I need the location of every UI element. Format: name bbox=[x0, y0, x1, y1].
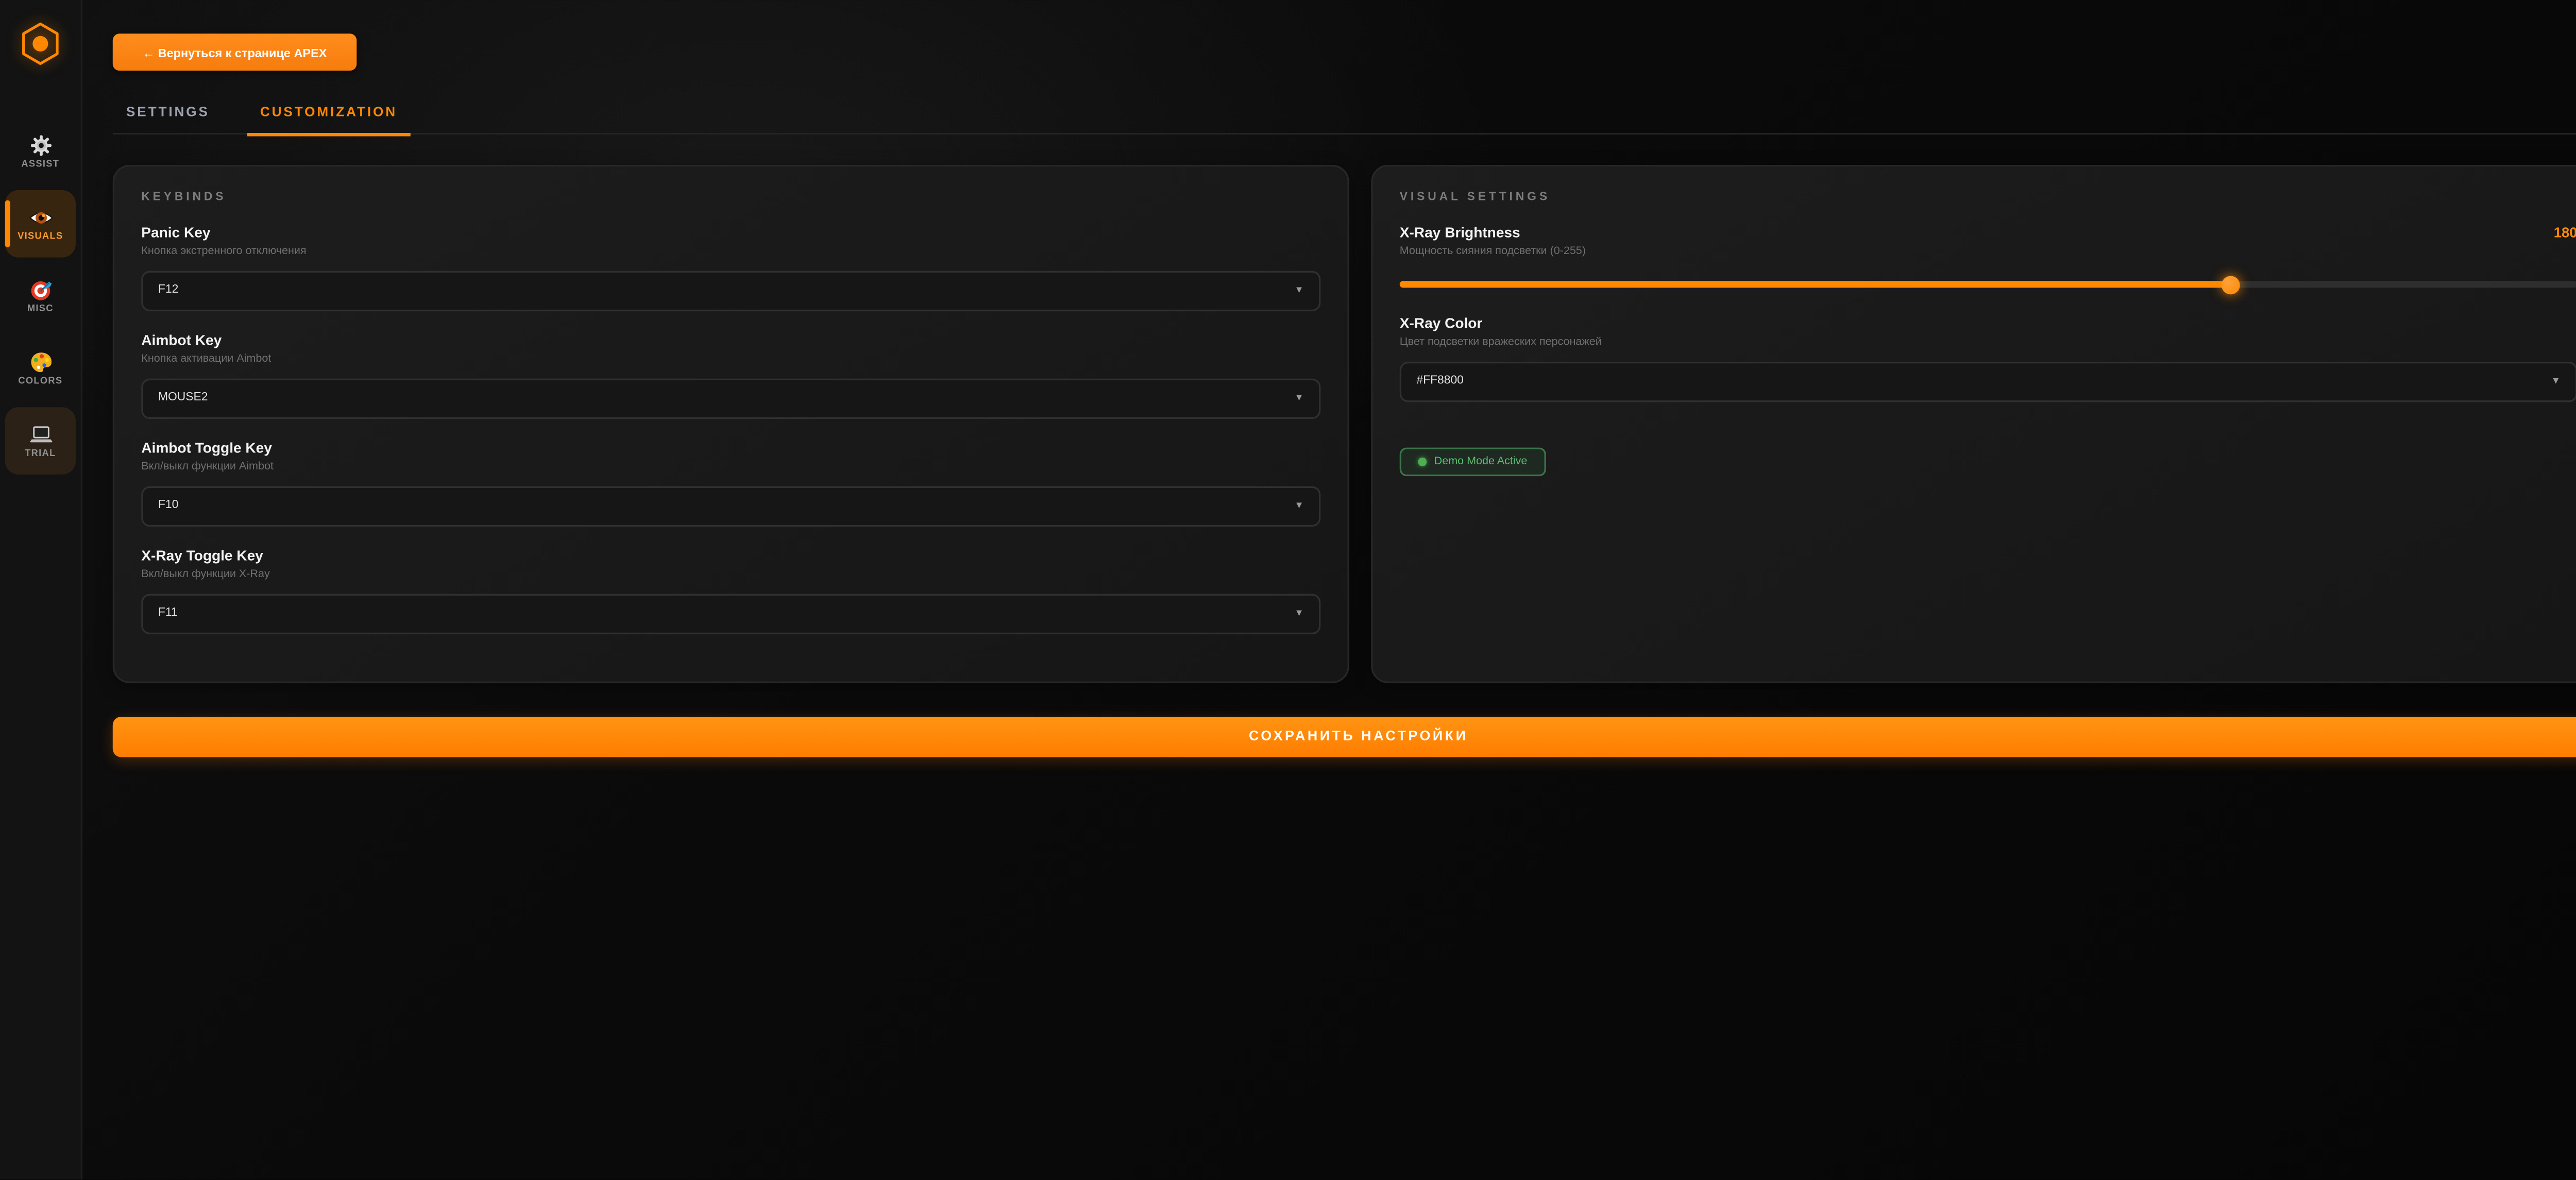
xray-brightness-field: X-Ray Brightness 180 Мощность сияния под… bbox=[1400, 224, 2576, 294]
sidebar: ASSIST VISUALS MISC bbox=[0, 0, 82, 1180]
field-label: Aimbot Key bbox=[141, 331, 1320, 348]
chevron-down-icon: ▼ bbox=[1295, 393, 1304, 403]
xray-brightness-slider[interactable] bbox=[1400, 274, 2576, 294]
sidebar-item-visuals[interactable]: VISUALS bbox=[5, 190, 76, 258]
xray-toggle-key-field: X-Ray Toggle Key Вкл/выкл функции X-Ray … bbox=[141, 547, 1320, 633]
select-value: MOUSE2 bbox=[158, 392, 208, 404]
field-label: X-Ray Color bbox=[1400, 315, 2576, 332]
eye-icon bbox=[28, 205, 53, 230]
app-logo-icon[interactable] bbox=[20, 22, 60, 65]
select-value: #FF8800 bbox=[1416, 375, 1464, 387]
tab-bar: SETTINGS CUSTOMIZATION bbox=[113, 93, 2576, 135]
status-dot-icon bbox=[1418, 458, 1426, 466]
save-settings-button[interactable]: СОХРАНИТЬ НАСТРОЙКИ bbox=[113, 717, 2576, 756]
xray-toggle-key-select[interactable]: F11 ▼ bbox=[141, 593, 1320, 633]
field-label: X-Ray Toggle Key bbox=[141, 547, 1320, 564]
sidebar-item-label: VISUALS bbox=[18, 232, 63, 243]
visual-settings-panel: VISUAL SETTINGS X-Ray Brightness 180 Мощ… bbox=[1371, 165, 2576, 683]
sidebar-item-assist[interactable]: ASSIST bbox=[5, 118, 76, 186]
aimbot-key-select[interactable]: MOUSE2 ▼ bbox=[141, 378, 1320, 418]
chevron-down-icon: ▼ bbox=[2551, 376, 2561, 386]
demo-mode-badge-label: Demo Mode Active bbox=[1434, 456, 1528, 468]
sidebar-item-trial[interactable]: TRIAL bbox=[5, 407, 76, 475]
sidebar-item-label: TRIAL bbox=[25, 449, 56, 460]
field-description: Мощность сияния подсветки (0-255) bbox=[1400, 245, 2576, 257]
slider-thumb[interactable] bbox=[2222, 275, 2240, 294]
sidebar-item-label: ASSIST bbox=[21, 160, 59, 170]
xray-color-field: X-Ray Color Цвет подсветки вражеских пер… bbox=[1400, 315, 2576, 401]
sidebar-item-colors[interactable]: COLORS bbox=[5, 335, 76, 402]
aimbot-toggle-key-select[interactable]: F10 ▼ bbox=[141, 485, 1320, 526]
panic-key-field: Panic Key Кнопка экстренного отключения … bbox=[141, 224, 1320, 310]
palette-icon bbox=[28, 350, 53, 375]
field-label: Panic Key bbox=[141, 224, 1320, 241]
field-label: X-Ray Brightness bbox=[1400, 224, 1520, 241]
chevron-down-icon: ▼ bbox=[1295, 500, 1304, 511]
select-value: F12 bbox=[158, 284, 178, 296]
demo-mode-badge: Demo Mode Active bbox=[1400, 448, 1546, 477]
sidebar-item-label: COLORS bbox=[18, 377, 62, 387]
tab-settings[interactable]: SETTINGS bbox=[113, 104, 223, 136]
sidebar-nav: ASSIST VISUALS MISC bbox=[5, 118, 76, 475]
app-window: ASSIST VISUALS MISC bbox=[0, 0, 2576, 1180]
keybinds-panel: KEYBINDS Panic Key Кнопка экстренного от… bbox=[113, 165, 1349, 683]
aimbot-toggle-key-field: Aimbot Toggle Key Вкл/выкл функции Aimbo… bbox=[141, 439, 1320, 526]
chevron-down-icon: ▼ bbox=[1295, 608, 1304, 618]
target-icon bbox=[28, 278, 53, 303]
field-description: Кнопка активации Aimbot bbox=[141, 352, 1320, 364]
visual-panel-title: VISUAL SETTINGS bbox=[1400, 192, 2576, 204]
field-description: Вкл/выкл функции Aimbot bbox=[141, 460, 1320, 472]
back-to-apex-button[interactable]: ← Вернуться к странице APEX bbox=[113, 33, 357, 71]
xray-brightness-value: 180 bbox=[2554, 224, 2576, 241]
select-value: F11 bbox=[158, 608, 178, 619]
laptop-icon bbox=[28, 423, 53, 448]
main-content: ← Вернуться к странице APEX SETTINGS CUS… bbox=[81, 0, 2576, 1180]
panic-key-select[interactable]: F12 ▼ bbox=[141, 270, 1320, 310]
sidebar-item-label: MISC bbox=[27, 305, 54, 315]
aimbot-key-field: Aimbot Key Кнопка активации Aimbot MOUSE… bbox=[141, 331, 1320, 418]
keybinds-panel-title: KEYBINDS bbox=[141, 192, 1320, 204]
select-value: F10 bbox=[158, 500, 178, 512]
sidebar-item-misc[interactable]: MISC bbox=[5, 262, 76, 330]
field-label: Aimbot Toggle Key bbox=[141, 439, 1320, 456]
field-description: Вкл/выкл функции X-Ray bbox=[141, 568, 1320, 580]
tab-customization[interactable]: CUSTOMIZATION bbox=[247, 104, 411, 136]
chevron-down-icon: ▼ bbox=[1295, 285, 1304, 295]
gear-icon bbox=[28, 133, 53, 158]
field-description: Цвет подсветки вражеских персонажей bbox=[1400, 335, 2576, 347]
xray-brightness-fill bbox=[1400, 281, 2231, 286]
field-description: Кнопка экстренного отключения bbox=[141, 245, 1320, 257]
xray-color-select[interactable]: #FF8800 ▼ bbox=[1400, 361, 2576, 401]
